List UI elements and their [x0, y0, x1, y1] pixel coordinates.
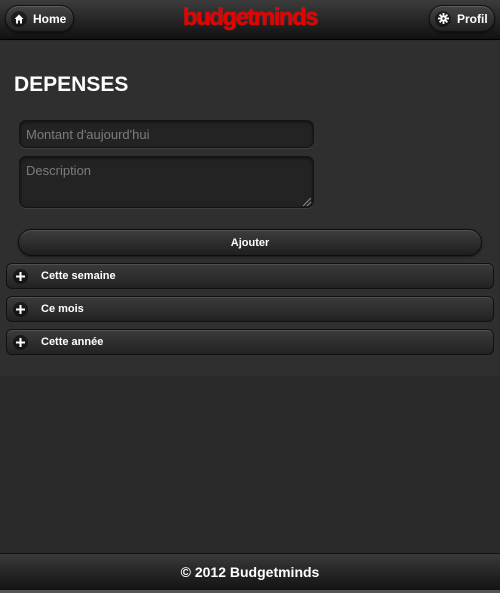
- profil-button[interactable]: Profil: [429, 5, 495, 32]
- resize-grip-icon[interactable]: [303, 198, 311, 206]
- footer-text: © 2012 Budgetminds: [180, 564, 320, 580]
- section-label: Ce mois: [41, 303, 84, 315]
- brand-logo: budgetminds: [182, 4, 319, 31]
- page-title: DEPENSES: [14, 73, 129, 96]
- amount-input[interactable]: [19, 120, 314, 148]
- section-ce-mois[interactable]: Ce mois: [6, 296, 494, 322]
- section-label: Cette semaine: [41, 270, 116, 282]
- plus-icon: [13, 301, 28, 317]
- section-label: Cette année: [41, 336, 104, 348]
- profil-label: Profil: [457, 11, 488, 26]
- main-content: DEPENSES Ajouter Cette semaine Ce mois C…: [0, 41, 500, 376]
- section-cette-annee[interactable]: Cette année: [6, 329, 494, 355]
- plus-icon: [13, 334, 28, 350]
- gear-icon: [435, 10, 451, 27]
- header-bar: Home budgetminds Profil: [0, 0, 500, 40]
- description-input[interactable]: [19, 156, 314, 208]
- plus-icon: [13, 268, 28, 284]
- section-cette-semaine[interactable]: Cette semaine: [6, 263, 494, 289]
- footer: © 2012 Budgetminds: [0, 553, 500, 590]
- add-button[interactable]: Ajouter: [18, 229, 482, 256]
